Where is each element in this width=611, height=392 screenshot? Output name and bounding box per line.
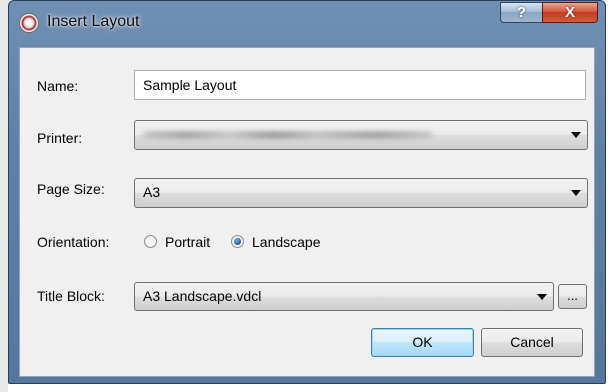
background-edge — [0, 0, 8, 392]
printer-select[interactable] — [134, 120, 588, 150]
gear-icon — [19, 13, 39, 33]
printer-label: Printer: — [37, 130, 83, 146]
portrait-label[interactable]: Portrait — [165, 234, 210, 250]
close-button[interactable]: X — [542, 2, 598, 23]
title-block-select[interactable]: A3 Landscape.vdcl — [134, 282, 554, 311]
portrait-radio[interactable] — [144, 235, 157, 248]
chevron-down-icon — [571, 190, 581, 196]
title-block-value: A3 Landscape.vdcl — [143, 288, 262, 304]
ok-button[interactable]: OK — [371, 328, 474, 357]
page-size-label: Page Size: — [37, 181, 105, 197]
name-input[interactable]: Sample Layout — [134, 70, 586, 100]
chevron-down-icon — [537, 294, 547, 300]
dialog-content: Name: Sample Layout Printer: Page Size: … — [19, 47, 595, 377]
help-button[interactable]: ? — [500, 2, 543, 23]
page-size-value: A3 — [143, 184, 161, 200]
name-label: Name: — [37, 78, 79, 94]
cancel-button[interactable]: Cancel — [481, 328, 583, 357]
landscape-label[interactable]: Landscape — [252, 234, 321, 250]
window-title: Insert Layout — [47, 13, 140, 30]
title-block-label: Title Block: — [37, 288, 105, 304]
chevron-down-icon — [571, 132, 581, 138]
orientation-label: Orientation: — [37, 234, 110, 250]
title-bar[interactable]: Insert Layout ? X — [9, 1, 605, 46]
printer-value-redacted — [143, 131, 433, 139]
landscape-radio[interactable] — [231, 235, 244, 248]
page-size-select[interactable]: A3 — [134, 178, 588, 208]
insert-layout-dialog: Insert Layout ? X Name: Sample Layout Pr… — [8, 0, 606, 384]
browse-button[interactable]: ... — [558, 284, 587, 309]
